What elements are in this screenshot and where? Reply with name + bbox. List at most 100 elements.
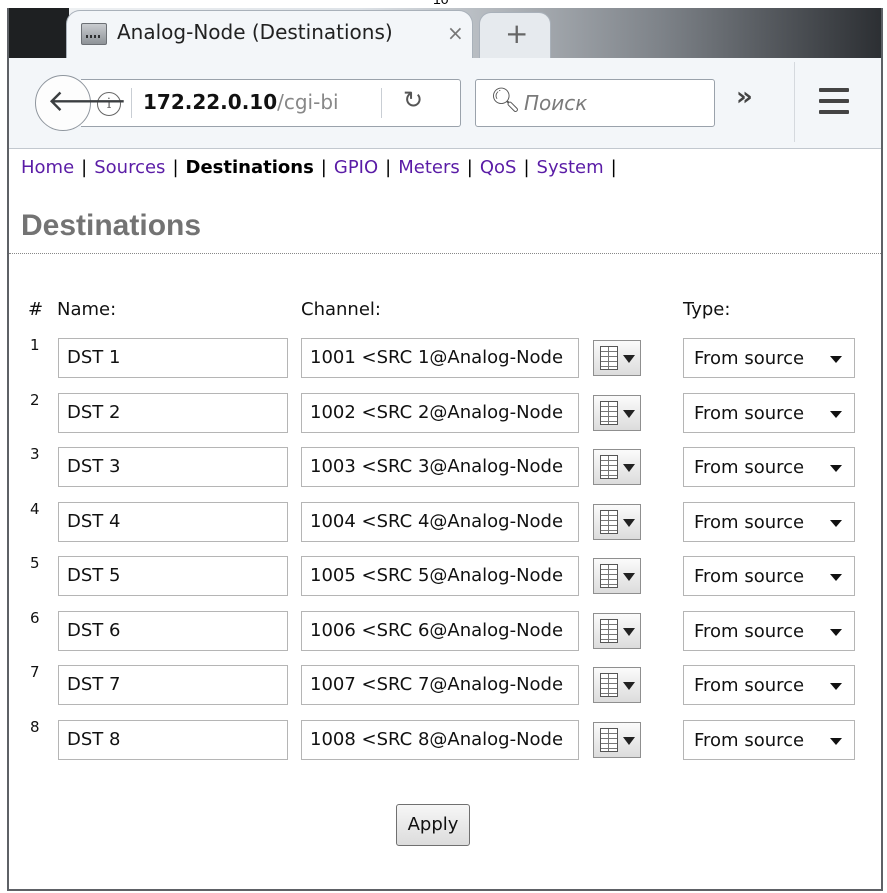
name-input[interactable]: DST 4 xyxy=(58,501,288,542)
nav-separator: | xyxy=(385,157,392,178)
url-divider-2 xyxy=(381,88,382,118)
url-divider xyxy=(131,88,132,118)
name-input[interactable]: DST 1 xyxy=(58,338,288,378)
table-row: 4 DST 4 1004 <SRC 4@Analog-Node From source xyxy=(9,500,881,544)
channel-picker-button[interactable] xyxy=(593,394,641,431)
type-select-value: From source xyxy=(694,566,805,587)
toolbar-divider xyxy=(794,62,795,142)
url-host: 172.22.0.10 xyxy=(143,90,278,114)
channel-input[interactable]: 1007 <SRC 7@Analog-Node xyxy=(301,665,579,705)
tab-close-icon[interactable]: × xyxy=(447,21,464,45)
row-number: 6 xyxy=(30,608,40,627)
type-select[interactable]: From source xyxy=(683,556,855,596)
type-select[interactable]: From source xyxy=(683,719,855,760)
type-select-value: From source xyxy=(694,457,805,478)
chevron-down-icon xyxy=(830,356,842,363)
url-path: /cgi-bi xyxy=(277,90,339,114)
address-bar[interactable]: i 172.22.0.10/cgi-bi ↻ xyxy=(81,79,461,127)
calculator-icon xyxy=(600,400,618,425)
nav-link-gpio[interactable]: GPIO xyxy=(334,157,378,178)
type-select[interactable]: From source xyxy=(683,447,855,487)
table-row: 7 DST 7 1007 <SRC 7@Analog-Node From source xyxy=(9,663,881,707)
nav-separator: | xyxy=(523,157,530,178)
type-select[interactable]: From source xyxy=(683,665,855,705)
search-icon: 🔍︎ xyxy=(490,86,521,114)
calculator-icon xyxy=(600,673,618,697)
page-content: Home | Sources | Destinations | GPIO | Meters | Qo… xyxy=(9,149,881,889)
nav-link-sources[interactable]: Sources xyxy=(94,157,165,178)
header-name: Name: xyxy=(57,299,117,320)
nav-link-qos[interactable]: QoS xyxy=(480,157,517,178)
channel-picker-button[interactable] xyxy=(593,503,641,540)
channel-picker-button[interactable] xyxy=(593,449,641,485)
reload-icon[interactable]: ↻ xyxy=(403,86,423,114)
type-select-value: From source xyxy=(694,729,805,751)
tab-title: Analog-Node (Destinations) xyxy=(117,20,393,44)
dropdown-arrow-icon xyxy=(623,518,635,527)
name-input[interactable]: DST 3 xyxy=(58,447,288,487)
row-number: 2 xyxy=(30,390,40,409)
title-divider xyxy=(9,253,881,254)
channel-picker-button[interactable] xyxy=(593,612,641,649)
overflow-chevron-icon[interactable]: » xyxy=(736,82,753,112)
header-channel: Channel: xyxy=(301,299,381,320)
tab-strip: Analog-Node (Destinations) × + xyxy=(9,8,881,59)
favicon-icon xyxy=(81,23,107,45)
row-number: 1 xyxy=(30,336,40,354)
table-row: 1 DST 1 1001 <SRC 1@Analog-Node From source xyxy=(9,336,881,380)
channel-picker-button[interactable] xyxy=(593,340,641,376)
channel-input[interactable]: 1006 <SRC 6@Analog-Node xyxy=(301,610,579,651)
channel-picker-button[interactable] xyxy=(593,667,641,703)
calculator-icon xyxy=(600,618,618,643)
search-bar[interactable]: 🔍︎ Поиск xyxy=(475,79,715,127)
type-select-value: From source xyxy=(694,402,805,424)
type-select[interactable]: From source xyxy=(683,392,855,433)
channel-input[interactable]: 1003 <SRC 3@Analog-Node xyxy=(301,447,579,487)
channel-input[interactable]: 1001 <SRC 1@Analog-Node xyxy=(301,338,579,378)
tab-strip-left-cap xyxy=(9,8,69,58)
page-title: Destinations xyxy=(21,209,202,242)
type-select-value: From source xyxy=(694,620,805,642)
dropdown-arrow-icon xyxy=(623,627,635,636)
nav-separator: | xyxy=(466,157,473,178)
active-tab[interactable]: Analog-Node (Destinations) × xyxy=(66,10,473,59)
stray-text: 10 xyxy=(433,0,449,7)
url-text[interactable]: 172.22.0.10/cgi-bi xyxy=(143,90,339,114)
type-select[interactable]: From source xyxy=(683,501,855,542)
name-input[interactable]: DST 2 xyxy=(58,392,288,433)
name-input[interactable]: DST 5 xyxy=(58,556,288,596)
nav-link-home[interactable]: Home xyxy=(21,157,74,178)
nav-link-destinations[interactable]: Destinations xyxy=(186,157,314,178)
plus-icon: + xyxy=(505,17,529,50)
type-select[interactable]: From source xyxy=(683,610,855,651)
chevron-down-icon xyxy=(830,737,842,745)
top-strip: 10 xyxy=(0,0,887,8)
channel-picker-button[interactable] xyxy=(593,721,641,758)
dropdown-arrow-icon xyxy=(623,464,635,472)
channel-input[interactable]: 1004 <SRC 4@Analog-Node xyxy=(301,501,579,542)
name-input[interactable]: DST 7 xyxy=(58,665,288,705)
name-input[interactable]: DST 6 xyxy=(58,610,288,651)
table-row: 2 DST 2 1002 <SRC 2@Analog-Node From source xyxy=(9,391,881,435)
channel-input[interactable]: 1005 <SRC 5@Analog-Node xyxy=(301,556,579,596)
chevron-down-icon xyxy=(830,519,842,527)
new-tab-button[interactable]: + xyxy=(479,12,551,59)
browser-window: Analog-Node (Destinations) × + i 172.22.… xyxy=(7,8,883,891)
channel-input[interactable]: 1008 <SRC 8@Analog-Node xyxy=(301,719,579,760)
nav-link-system[interactable]: System xyxy=(537,157,604,178)
hamburger-menu-icon[interactable] xyxy=(819,88,849,114)
apply-button[interactable]: Apply xyxy=(396,804,470,846)
chevron-down-icon xyxy=(830,465,842,472)
nav-separator: | xyxy=(610,157,617,178)
chevron-down-icon xyxy=(830,628,842,636)
channel-input[interactable]: 1002 <SRC 2@Analog-Node xyxy=(301,392,579,433)
back-button[interactable]: 🡐 xyxy=(35,75,127,131)
nav-link-meters[interactable]: Meters xyxy=(398,157,460,178)
type-select-value: From source xyxy=(694,511,805,533)
back-arrow-icon: 🡐 xyxy=(47,84,128,119)
name-input[interactable]: DST 8 xyxy=(58,719,288,760)
dropdown-arrow-icon xyxy=(623,736,635,745)
type-select[interactable]: From source xyxy=(683,338,855,378)
channel-picker-button[interactable] xyxy=(593,558,641,594)
row-number: 7 xyxy=(30,663,40,681)
